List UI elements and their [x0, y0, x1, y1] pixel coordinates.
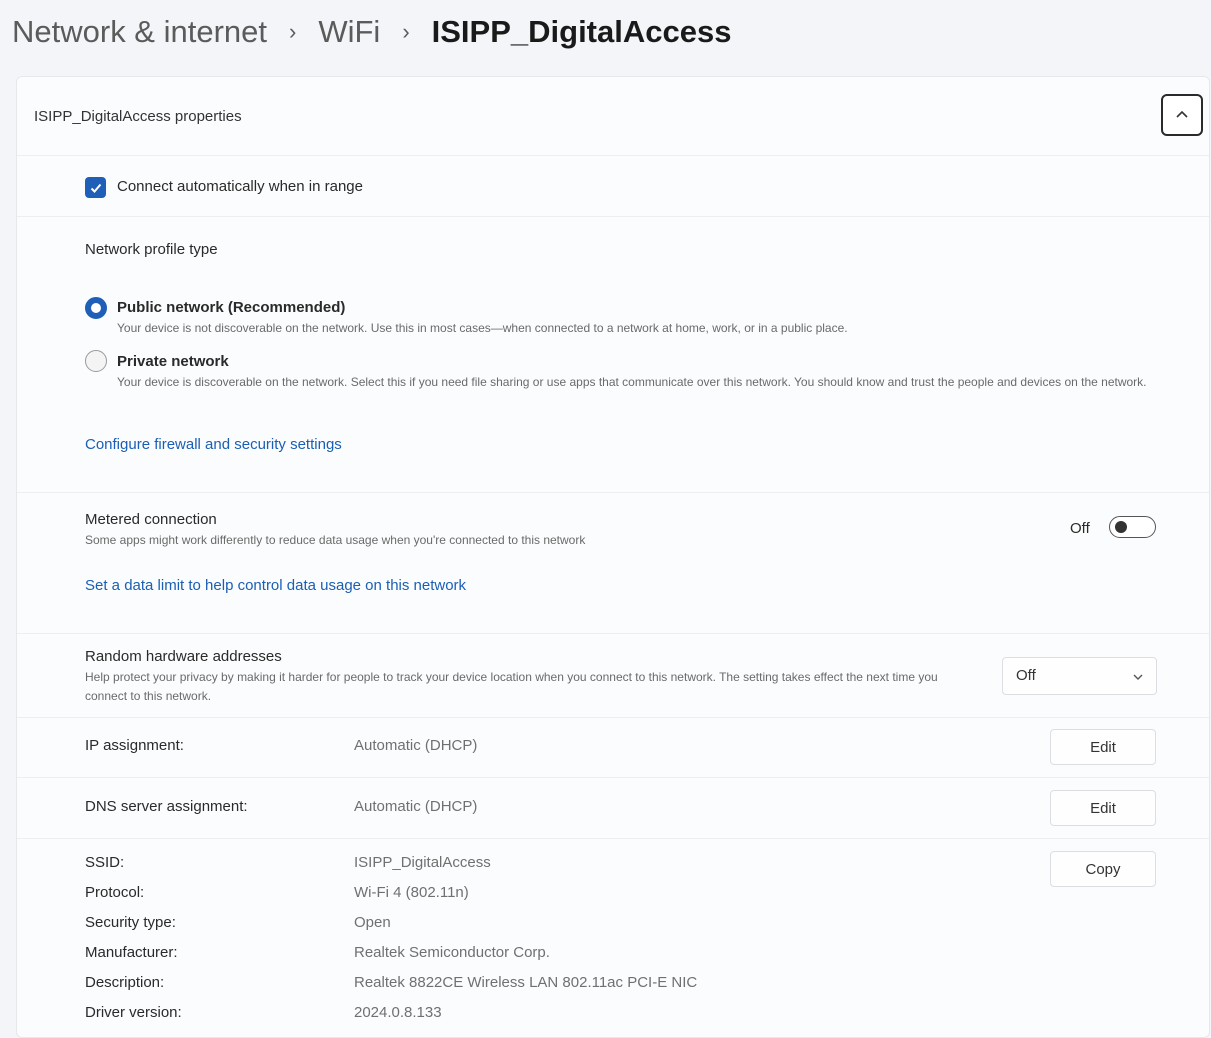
protocol-label: Protocol:: [85, 884, 145, 901]
chevron-down-icon: [1133, 674, 1143, 680]
toggle-knob: [1115, 521, 1127, 533]
divider: [17, 633, 1209, 634]
connect-auto-checkbox[interactable]: [85, 177, 106, 198]
metered-state-label: Off: [1070, 520, 1090, 537]
edit-dns-button[interactable]: Edit: [1050, 790, 1156, 826]
data-limit-link[interactable]: Set a data limit to help control data us…: [85, 577, 466, 594]
ssid-label: SSID:: [85, 854, 125, 871]
public-network-label[interactable]: Public network (Recommended): [117, 299, 345, 316]
chevron-right-icon: ›: [289, 19, 297, 44]
random-hw-title: Random hardware addresses: [85, 648, 282, 665]
divider: [17, 838, 1209, 839]
copy-button[interactable]: Copy: [1050, 851, 1156, 887]
page-title: ISIPP_DigitalAccess: [431, 14, 732, 49]
ip-assignment-label: IP assignment:: [85, 737, 184, 754]
section-title: ISIPP_DigitalAccess properties: [34, 108, 242, 125]
driver-version-label: Driver version:: [85, 1004, 182, 1021]
private-network-label[interactable]: Private network: [117, 353, 229, 370]
divider: [17, 717, 1209, 718]
divider: [17, 492, 1209, 493]
protocol-value: Wi-Fi 4 (802.11n): [354, 884, 469, 901]
random-hw-select[interactable]: Off: [1002, 657, 1157, 695]
metered-toggle[interactable]: [1109, 516, 1156, 538]
public-network-desc: Your device is not discoverable on the n…: [117, 321, 848, 335]
dns-assignment-value: Automatic (DHCP): [354, 798, 478, 815]
driver-version-value: 2024.0.8.133: [354, 1004, 442, 1021]
manufacturer-value: Realtek Semiconductor Corp.: [354, 944, 550, 961]
metered-title: Metered connection: [85, 511, 217, 528]
ssid-value: ISIPP_DigitalAccess: [354, 854, 491, 871]
chevron-right-icon: ›: [402, 19, 410, 44]
description-label: Description:: [85, 974, 165, 991]
dns-assignment-label: DNS server assignment:: [85, 798, 248, 815]
private-network-radio[interactable]: [85, 350, 107, 372]
metered-desc: Some apps might work differently to redu…: [85, 533, 586, 547]
breadcrumb-wifi[interactable]: WiFi: [318, 14, 380, 50]
firewall-settings-link[interactable]: Configure firewall and security settings: [85, 436, 342, 453]
properties-panel: ISIPP_DigitalAccess properties Connect a…: [16, 76, 1210, 1038]
ip-assignment-value: Automatic (DHCP): [354, 737, 478, 754]
description-value: Realtek 8822CE Wireless LAN 802.11ac PCI…: [354, 974, 698, 991]
security-type-value: Open: [354, 914, 391, 931]
divider: [17, 777, 1209, 778]
divider: [17, 155, 1209, 156]
collapse-button[interactable]: [1161, 94, 1203, 136]
breadcrumb-network-internet[interactable]: Network & internet: [12, 14, 267, 50]
breadcrumb: Network & internet › WiFi › ISIPP_Digita…: [12, 8, 731, 56]
profile-heading: Network profile type: [85, 241, 218, 258]
chevron-up-icon: [1176, 110, 1188, 118]
public-network-radio[interactable]: [85, 297, 107, 319]
manufacturer-label: Manufacturer:: [85, 944, 178, 961]
private-network-desc: Your device is discoverable on the netwo…: [117, 375, 1147, 389]
random-hw-select-value: Off: [1016, 667, 1036, 684]
edit-ip-button[interactable]: Edit: [1050, 729, 1156, 765]
connect-auto-label[interactable]: Connect automatically when in range: [117, 178, 363, 195]
divider: [17, 216, 1209, 217]
checkmark-icon: [90, 183, 101, 193]
security-type-label: Security type:: [85, 914, 176, 931]
random-hw-desc: Help protect your privacy by making it h…: [85, 670, 938, 703]
